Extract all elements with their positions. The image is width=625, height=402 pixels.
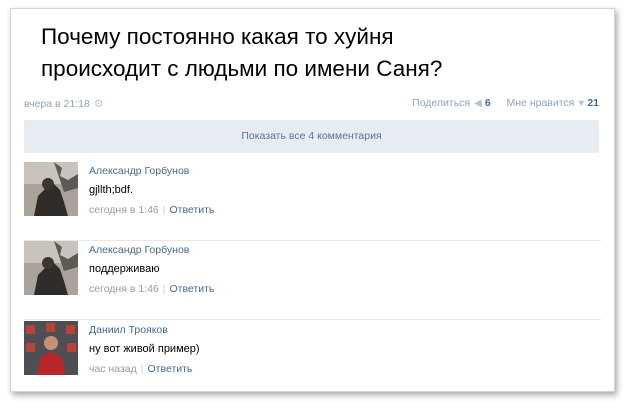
post-text: Почему постоянно какая то хуйня происход… (41, 21, 581, 85)
comment-author[interactable]: Александр Горбунов (89, 244, 189, 256)
avatar[interactable] (24, 162, 78, 216)
post-text-line: Почему постоянно какая то хуйня (41, 24, 394, 49)
comment-text: поддерживаю (89, 263, 160, 275)
post-actions: Поделиться ◀ 6 Мне нравится ♥ 21 (412, 97, 599, 109)
comment-text: ну вот живой пример) (89, 343, 200, 355)
comment-footer: сегодня в 1:46 | Ответить (89, 204, 215, 216)
post-time[interactable]: вчера в 21:18 (24, 98, 90, 110)
comment-footer: сегодня в 1:46 | Ответить (89, 283, 215, 295)
comment-footer: час назад | Ответить (89, 363, 193, 375)
share-count: 6 (484, 97, 491, 109)
reply-link[interactable]: Ответить (170, 283, 215, 295)
comment-item: Александр Горбунов поддерживаю сегодня в… (24, 241, 601, 320)
avatar[interactable] (24, 321, 78, 375)
comment-item: Даниил Трояков ну вот живой пример) час … (24, 321, 601, 399)
share-label[interactable]: Поделиться (412, 97, 470, 109)
post-text-line: происходит с людьми по имени Саня? (41, 56, 443, 81)
post-meta: вчера в 21:18 ⚙ (24, 97, 104, 110)
comment-author[interactable]: Александр Горбунов (89, 165, 189, 177)
avatar[interactable] (24, 241, 78, 295)
like-label[interactable]: Мне нравится (507, 97, 575, 109)
comment-time[interactable]: сегодня в 1:46 (89, 283, 159, 295)
comment-item: Александр Горбунов gjllth;bdf. сегодня в… (24, 162, 601, 241)
reply-link[interactable]: Ответить (148, 363, 193, 375)
comment-time[interactable]: сегодня в 1:46 (89, 204, 159, 216)
reply-link[interactable]: Ответить (170, 204, 215, 216)
comment-text: gjllth;bdf. (89, 184, 134, 196)
like-count: 21 (587, 97, 599, 109)
heart-icon[interactable]: ♥ (578, 98, 584, 109)
post-card: Почему постоянно какая то хуйня происход… (10, 8, 615, 392)
megaphone-icon: ◀ (474, 98, 482, 109)
gear-icon[interactable]: ⚙ (94, 98, 104, 110)
comment-author[interactable]: Даниил Трояков (89, 324, 168, 336)
show-all-comments-button[interactable]: Показать все 4 комментария (24, 120, 599, 153)
comment-time[interactable]: час назад (89, 363, 137, 375)
